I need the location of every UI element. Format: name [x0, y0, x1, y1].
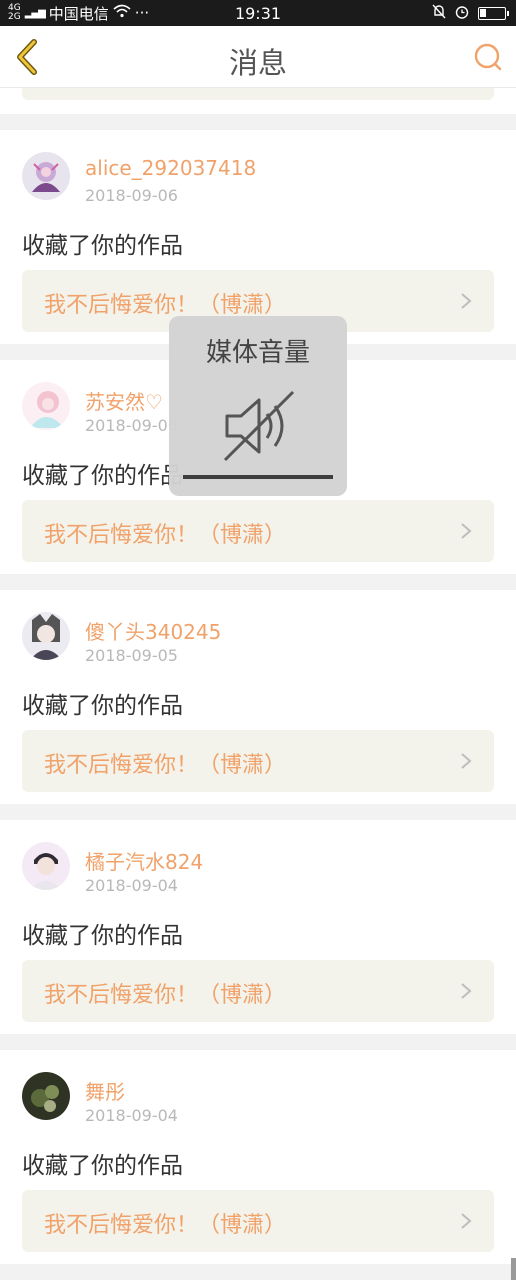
top-nav-bar: 消息: [0, 26, 516, 88]
scrollbar[interactable]: [511, 1258, 516, 1280]
chevron-right-icon: [461, 1213, 472, 1229]
username-link[interactable]: alice_292037418: [85, 156, 256, 180]
chevron-right-icon: [461, 983, 472, 999]
message-list: alice_292037418 2018-09-06 收藏了你的作品 我不后悔爱…: [0, 88, 516, 1264]
page-title: 消息: [228, 46, 287, 80]
list-item: 傻丫头340245 2018-09-05 收藏了你的作品 我不后悔爱你！（博潇）: [0, 590, 516, 804]
speaker-muted-icon: [223, 390, 295, 462]
message-action: 收藏了你的作品: [22, 1153, 183, 1179]
work-title: 我不后悔爱你！（博潇）: [44, 983, 287, 1008]
list-item: 橘子汽水824 2018-09-04 收藏了你的作品 我不后悔爱你！（博潇）: [0, 820, 516, 1034]
message-action: 收藏了你的作品: [22, 463, 183, 489]
message-date: 2018-09-04: [85, 1106, 178, 1125]
work-title: 我不后悔爱你！（博潇）: [44, 1213, 287, 1238]
bell-muted-icon: [432, 4, 446, 23]
avatar[interactable]: [22, 1072, 70, 1120]
chevron-right-icon: [461, 523, 472, 539]
search-icon: [474, 43, 502, 71]
username-link[interactable]: 舞彤: [85, 1076, 125, 1105]
avatar[interactable]: [22, 842, 70, 890]
work-link[interactable]: 我不后悔爱你！（博潇）: [22, 960, 494, 1022]
alarm-icon: [454, 4, 470, 23]
volume-slider[interactable]: [183, 475, 333, 479]
avatar[interactable]: [22, 152, 70, 200]
message-date: 2018-09-06: [85, 186, 178, 205]
volume-overlay: 媒体音量: [169, 316, 347, 496]
search-button[interactable]: [472, 41, 504, 73]
work-link[interactable]: 我不后悔爱你！（博潇）: [22, 1190, 494, 1252]
username-link[interactable]: 傻丫头340245: [85, 616, 221, 645]
list-item: 舞彤 2018-09-04 收藏了你的作品 我不后悔爱你！（博潇）: [0, 1050, 516, 1264]
message-action: 收藏了你的作品: [22, 923, 183, 949]
chevron-right-icon: [461, 293, 472, 309]
avatar[interactable]: [22, 612, 70, 660]
message-action: 收藏了你的作品: [22, 693, 183, 719]
work-title: 我不后悔爱你！（博潇）: [44, 523, 287, 548]
battery-icon: [478, 6, 509, 20]
list-item: alice_292037418 2018-09-06 收藏了你的作品 我不后悔爱…: [0, 130, 516, 344]
list-item-partial: [0, 88, 516, 114]
status-bar: 4G 2G ▂▄▆ 中国电信 ··· 19:31: [0, 0, 516, 26]
work-link[interactable]: 我不后悔爱你！（博潇）: [22, 500, 494, 562]
work-link-partial[interactable]: [22, 88, 494, 100]
message-date: 2018-09-04: [85, 876, 178, 895]
username-link[interactable]: 苏安然♡: [85, 386, 163, 415]
message-date: 2018-09-05: [85, 646, 178, 665]
avatar[interactable]: [22, 382, 70, 430]
work-title: 我不后悔爱你！（博潇）: [44, 293, 287, 318]
volume-label: 媒体音量: [205, 338, 310, 368]
work-link[interactable]: 我不后悔爱你！（博潇）: [22, 730, 494, 792]
message-date: 2018-09-06: [85, 416, 178, 435]
chevron-right-icon: [461, 753, 472, 769]
username-link[interactable]: 橘子汽水824: [85, 846, 203, 875]
message-action: 收藏了你的作品: [22, 233, 183, 259]
work-title: 我不后悔爱你！（博潇）: [44, 753, 287, 778]
